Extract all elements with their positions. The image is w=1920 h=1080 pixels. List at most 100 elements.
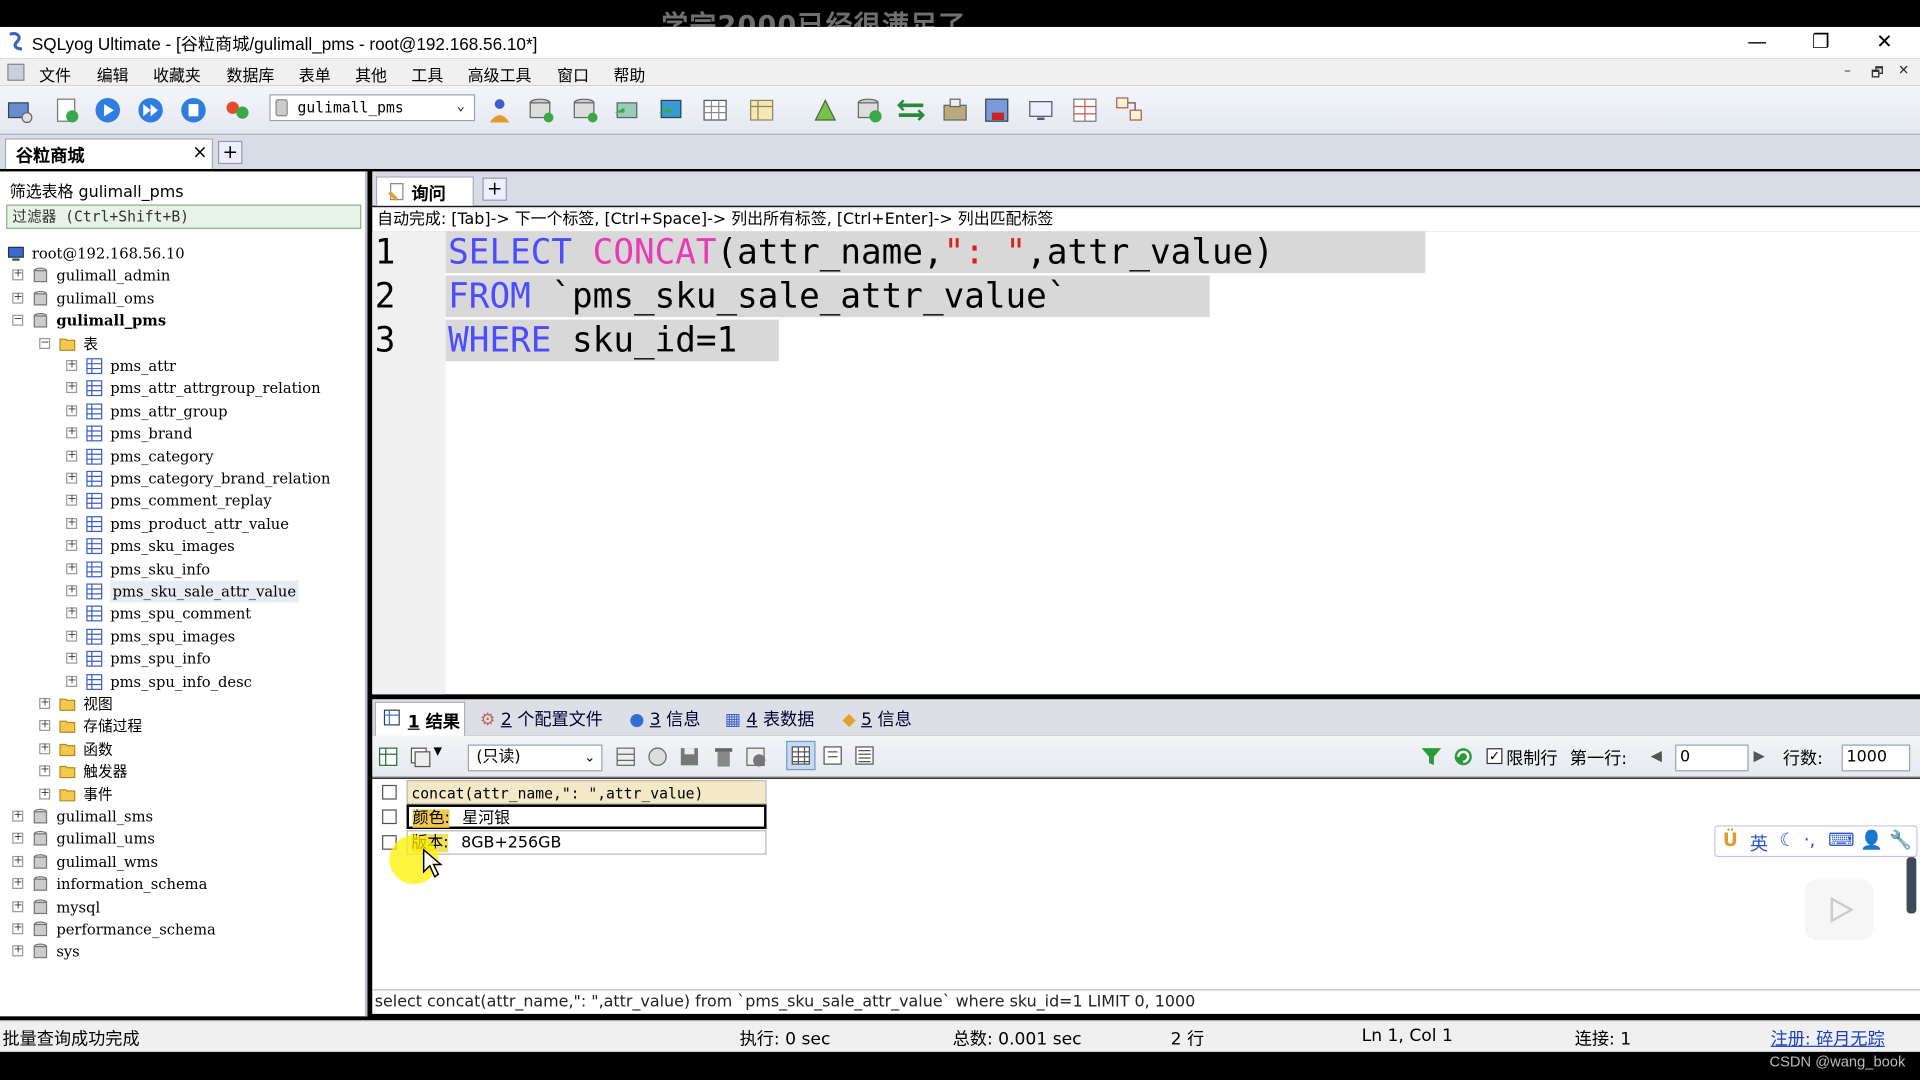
- table-data-icon[interactable]: [700, 96, 729, 125]
- expand-icon[interactable]: +: [66, 675, 78, 687]
- user-icon[interactable]: 👤: [1860, 829, 1883, 851]
- refresh-icon[interactable]: [1452, 746, 1474, 768]
- tree-folder[interactable]: + 触发器: [0, 761, 362, 783]
- expand-icon[interactable]: +: [12, 292, 24, 304]
- expand-icon[interactable]: +: [66, 495, 78, 507]
- connection-tab[interactable]: 谷粒商城 ×: [4, 138, 214, 169]
- tree-table[interactable]: + pms_attr_group: [0, 400, 362, 422]
- expand-icon[interactable]: +: [39, 742, 51, 755]
- tree-table[interactable]: + pms_attr_attrgroup_relation: [0, 378, 362, 400]
- user-manager-icon[interactable]: [485, 96, 514, 125]
- tree-table[interactable]: + pms_spu_comment: [0, 603, 362, 625]
- tree-table[interactable]: + pms_brand: [0, 423, 362, 445]
- close-button[interactable]: ✕: [1866, 29, 1903, 53]
- select-all-checkbox[interactable]: [382, 784, 397, 800]
- database-select[interactable]: gulimall_pms ⌄: [269, 94, 476, 122]
- tab-table-data[interactable]: ▦ 4 表数据: [725, 707, 814, 731]
- new-connection-icon[interactable]: [5, 96, 34, 125]
- expand-icon[interactable]: +: [12, 945, 24, 957]
- create-database-icon[interactable]: [527, 96, 556, 125]
- tree-folder[interactable]: + 视图: [0, 693, 362, 715]
- tree-table[interactable]: + pms_attr: [0, 355, 362, 377]
- menu-advanced-tools[interactable]: 高级工具: [468, 62, 532, 85]
- tree-database[interactable]: + gulimall_oms: [0, 288, 362, 310]
- expand-icon[interactable]: +: [39, 787, 51, 800]
- delete-icon[interactable]: [713, 746, 735, 768]
- tab-query[interactable]: 询问: [375, 176, 474, 206]
- punctuation-icon[interactable]: ·,: [1804, 829, 1816, 851]
- video-play-button[interactable]: [1804, 879, 1874, 941]
- table-row[interactable]: 版本: 8GB+256GB: [406, 830, 767, 855]
- schema-diagram-icon[interactable]: [1114, 96, 1143, 125]
- tree-table[interactable]: + pms_sku_images: [0, 535, 362, 557]
- tree-table[interactable]: + pms_category_brand_relation: [0, 468, 362, 490]
- expand-icon[interactable]: +: [12, 810, 24, 822]
- tree-folder-tables[interactable]: − 表: [0, 333, 362, 355]
- tree-table[interactable]: + pms_sku_sale_attr_value: [0, 580, 362, 603]
- compare-icon[interactable]: [896, 96, 926, 125]
- add-query-tab-button[interactable]: +: [482, 177, 507, 201]
- monitor-icon[interactable]: [1026, 96, 1055, 125]
- tree-database[interactable]: + sys: [0, 941, 362, 963]
- mdi-restore-button[interactable]: 🗗: [1871, 62, 1884, 85]
- expand-icon[interactable]: +: [12, 900, 24, 912]
- expand-icon[interactable]: +: [12, 923, 24, 935]
- scheduler-icon[interactable]: [940, 96, 969, 125]
- expand-icon[interactable]: +: [66, 450, 78, 462]
- mdi-close-button[interactable]: ✕: [1898, 62, 1909, 78]
- readonly-mode-select[interactable]: (只读) ⌄: [467, 744, 603, 772]
- tree-database[interactable]: + gulimall_wms: [0, 851, 362, 873]
- expand-icon[interactable]: +: [12, 269, 24, 281]
- close-icon[interactable]: ×: [192, 141, 207, 163]
- insert-row-icon[interactable]: [615, 746, 637, 768]
- expand-icon[interactable]: +: [12, 855, 24, 867]
- schema-sync-icon[interactable]: [223, 96, 252, 125]
- expand-icon[interactable]: +: [12, 833, 24, 845]
- tab-info[interactable]: ◆ 5 信息: [842, 707, 911, 731]
- tree-database[interactable]: + performance_schema: [0, 918, 362, 940]
- create-table-icon[interactable]: [571, 96, 600, 125]
- duplicate-row-icon[interactable]: [647, 746, 669, 768]
- ime-logo-icon[interactable]: Ü: [1723, 829, 1738, 851]
- notifications-icon[interactable]: [982, 96, 1011, 125]
- tree-folder[interactable]: + 存储过程: [0, 716, 362, 738]
- tree-table[interactable]: + pms_sku_info: [0, 558, 362, 580]
- text-view-icon[interactable]: [855, 746, 875, 766]
- menu-edit[interactable]: 编辑: [97, 62, 129, 85]
- tree-table[interactable]: + pms_category: [0, 445, 362, 467]
- execute-all-icon[interactable]: [136, 96, 165, 125]
- expand-icon[interactable]: +: [66, 652, 78, 664]
- expand-icon[interactable]: +: [66, 607, 78, 619]
- backup-icon[interactable]: [612, 96, 641, 125]
- add-connection-tab-button[interactable]: +: [217, 140, 243, 165]
- expand-icon[interactable]: +: [39, 697, 51, 709]
- tree-table[interactable]: + pms_comment_replay: [0, 490, 362, 512]
- expand-icon[interactable]: +: [66, 359, 78, 372]
- expand-icon[interactable]: +: [66, 585, 78, 597]
- menu-tools[interactable]: 工具: [411, 62, 443, 85]
- tree-database[interactable]: + mysql: [0, 896, 362, 918]
- tree-table[interactable]: + pms_spu_info_desc: [0, 671, 362, 693]
- export-icon[interactable]: [377, 746, 399, 768]
- column-header[interactable]: concat(attr_name,": ",attr_value): [406, 780, 767, 805]
- profiler-icon[interactable]: [1070, 96, 1099, 125]
- tree-folder[interactable]: + 事件: [0, 783, 362, 805]
- execute-query-icon[interactable]: [93, 96, 122, 125]
- menu-file[interactable]: 文件: [39, 62, 71, 85]
- import-icon[interactable]: [656, 96, 685, 125]
- tab-profiles[interactable]: ⚙ 2 个配置文件: [480, 707, 603, 731]
- minimize-button[interactable]: —: [1739, 29, 1776, 53]
- save-icon[interactable]: [678, 746, 700, 768]
- expand-icon[interactable]: +: [66, 382, 78, 394]
- expand-icon[interactable]: +: [66, 427, 78, 439]
- expand-icon[interactable]: +: [66, 562, 78, 574]
- tree-folder[interactable]: + 函数: [0, 738, 362, 760]
- menu-window[interactable]: 窗口: [557, 62, 589, 85]
- row-checkbox[interactable]: [382, 809, 397, 825]
- menu-help[interactable]: 帮助: [613, 62, 645, 85]
- ime-language[interactable]: 英: [1750, 830, 1768, 856]
- tree-database-active[interactable]: − gulimall_pms: [0, 310, 362, 332]
- form-view-icon[interactable]: [823, 746, 843, 766]
- tree-database[interactable]: + gulimall_ums: [0, 828, 362, 850]
- tree-table[interactable]: + pms_spu_info: [0, 648, 362, 670]
